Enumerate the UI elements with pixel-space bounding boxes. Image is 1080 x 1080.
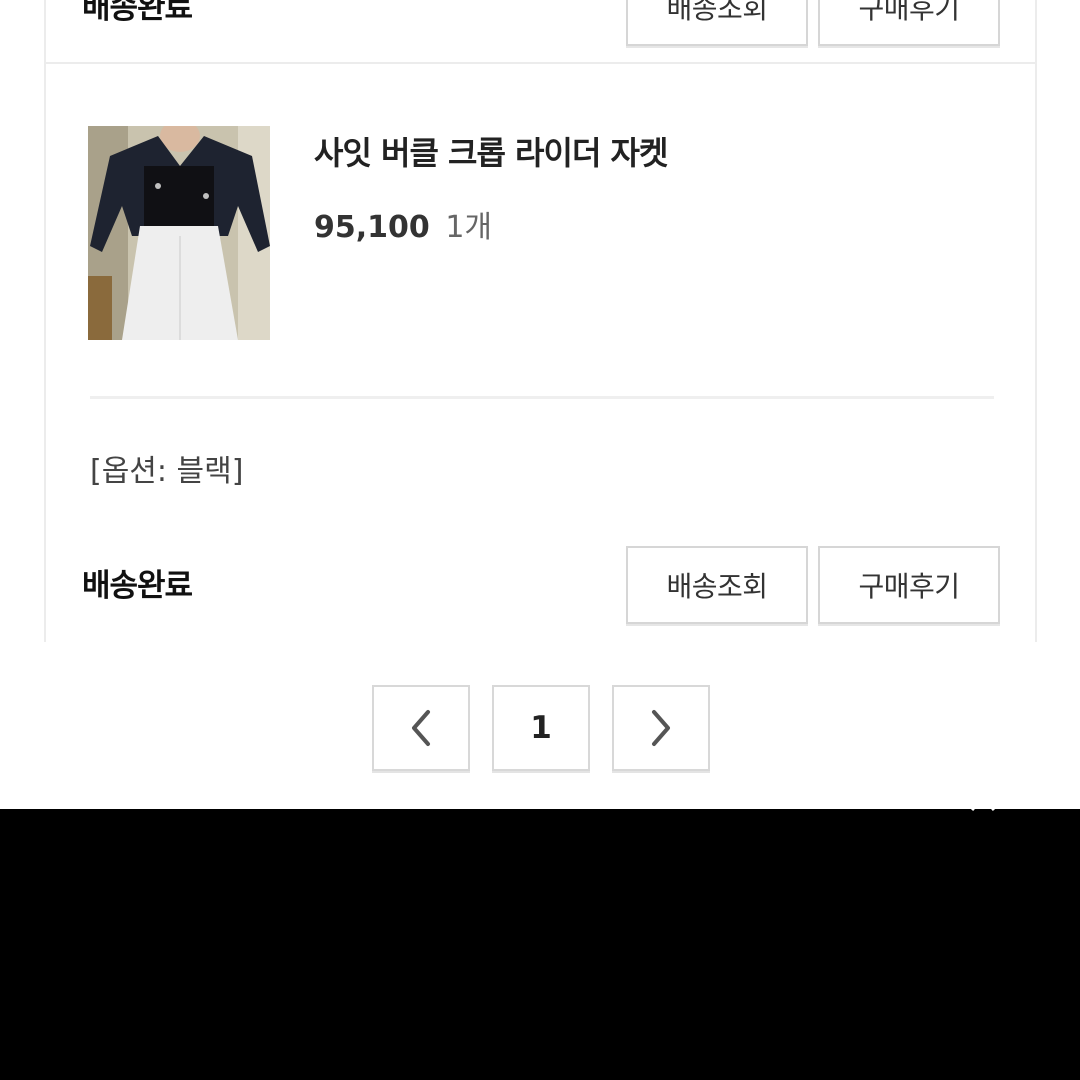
pagination-next-button[interactable] bbox=[612, 685, 710, 771]
chevron-left-icon bbox=[412, 710, 430, 746]
previous-track-delivery-button[interactable]: 배송조회 bbox=[626, 0, 808, 46]
write-review-button[interactable]: 구매후기 bbox=[818, 546, 1000, 624]
option-divider bbox=[90, 396, 994, 399]
caret-up-icon bbox=[970, 795, 996, 812]
card-top-divider bbox=[46, 62, 1035, 64]
order-status: 배송완료 bbox=[82, 568, 193, 604]
product-price: 95,100 bbox=[314, 210, 430, 245]
track-delivery-button[interactable]: 배송조회 bbox=[626, 546, 808, 624]
order-history-page: 배송완료 배송조회 구매후기 사잇 버클 크롭 라이더 자켓 95,100 1개… bbox=[0, 0, 1080, 1080]
previous-order-status: 배송완료 bbox=[82, 0, 193, 26]
pagination-page-button[interactable]: 1 bbox=[492, 685, 590, 771]
product-quantity: 1개 bbox=[445, 210, 493, 245]
previous-order-status-row: 배송완료 배송조회 구매후기 bbox=[82, 0, 1000, 46]
product-photo-jacket bbox=[88, 126, 270, 340]
order-status-row: 배송완료 배송조회 구매후기 bbox=[82, 546, 1000, 624]
pagination-prev-button[interactable] bbox=[372, 685, 470, 771]
product-thumbnail[interactable] bbox=[88, 126, 270, 340]
price-line: 95,100 1개 bbox=[314, 202, 492, 246]
previous-write-review-button[interactable]: 구매후기 bbox=[818, 0, 1000, 46]
product-option: [옵션: 블랙] bbox=[90, 454, 244, 489]
product-name[interactable]: 사잇 버클 크롭 라이더 자켓 bbox=[314, 128, 668, 174]
order-card: 배송완료 배송조회 구매후기 사잇 버클 크롭 라이더 자켓 95,100 1개… bbox=[44, 0, 1037, 642]
chevron-right-icon bbox=[652, 710, 670, 746]
black-overlay-area bbox=[0, 809, 1080, 1080]
